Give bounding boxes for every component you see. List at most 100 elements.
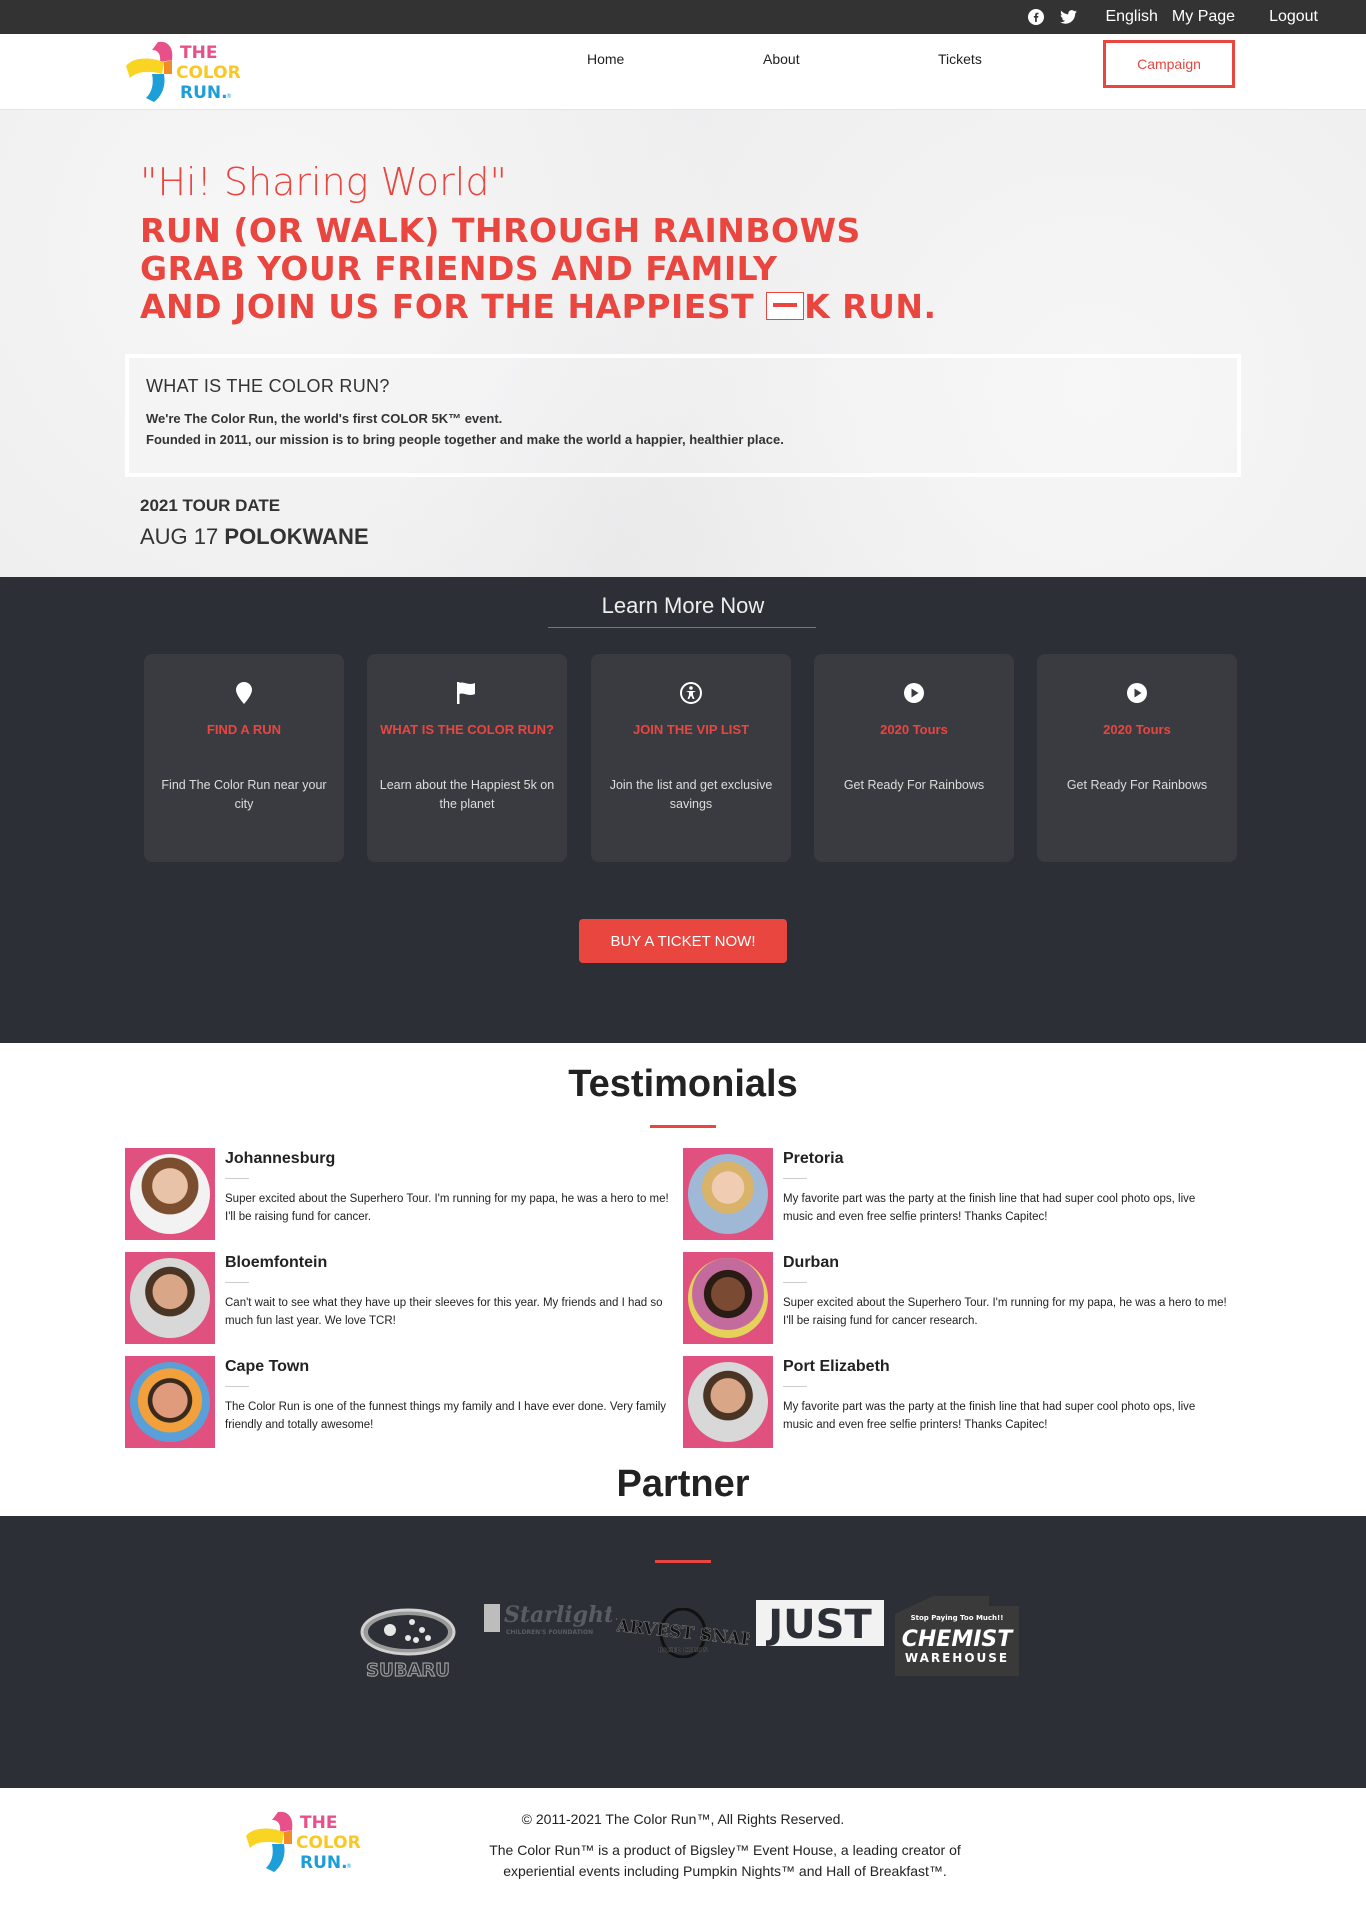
testimonial-quote: Super excited about the Superhero Tour. … [225, 1193, 669, 1223]
learn-more-underline [548, 627, 816, 628]
card-description: Find The Color Run near your city [161, 778, 327, 811]
testimonial-card: Durban Super excited about the Superhero… [683, 1252, 1227, 1344]
headline-line-1: RUN (OR WALK) THROUGH RAINBOWS [140, 211, 861, 250]
avatar [125, 1148, 215, 1240]
avatar [125, 1252, 215, 1344]
divider [783, 1178, 807, 1179]
just-wordmark: JUST [765, 1602, 872, 1646]
partner-logo-chemist-warehouse[interactable]: Stop Paying Too Much!! CHEMIST WAREHOUSE [893, 1594, 1021, 1676]
hero-section: "Hi! Sharing World" RUN (OR WALK) THROUG… [0, 110, 1366, 577]
card-vip-list[interactable]: JOIN THE VIP LIST Join the list and get … [591, 654, 791, 862]
avatar [683, 1252, 773, 1344]
what-is-box: WHAT IS THE COLOR RUN? We're The Color R… [125, 354, 1241, 477]
color-run-logo[interactable]: THE COLOR RUN. ® [124, 38, 241, 104]
testimonial-card: Port Elizabeth My favorite part was the … [683, 1356, 1223, 1448]
main-nav: THE COLOR RUN. ® Home About Tickets Camp… [0, 34, 1366, 110]
avatar [683, 1148, 773, 1240]
headline-line-3a: AND JOIN US FOR THE HAPPIEST [140, 287, 767, 326]
card-2020-tours-2[interactable]: 2020 Tours Get Ready For Rainbows [1037, 654, 1237, 862]
warehouse-word: WAREHOUSE [905, 1651, 1009, 1665]
testimonial-quote: The Color Run is one of the funnest thin… [225, 1401, 667, 1431]
divider [783, 1386, 807, 1387]
testimonial-city: Johannesburg [225, 1150, 336, 1167]
avatar [125, 1356, 215, 1448]
card-what-is[interactable]: WHAT IS THE COLOR RUN? Learn about the H… [367, 654, 567, 862]
top-bar: English My Page Logout [0, 0, 1366, 34]
hero-headline: RUN (OR WALK) THROUGH RAINBOWS GRAB YOUR… [140, 212, 937, 326]
play-icon [814, 682, 1014, 704]
testimonials-underline [650, 1125, 716, 1128]
card-description: Get Ready For Rainbows [1066, 778, 1208, 792]
tour-city: POLOKWANE [224, 524, 369, 549]
headline-line-3b: K RUN. [804, 287, 937, 326]
campaign-button[interactable]: Campaign [1103, 40, 1235, 88]
partner-underline [655, 1560, 711, 1563]
logo-registered-mark: ® [346, 1863, 352, 1870]
what-is-line-2: Founded in 2011, our mission is to bring… [146, 432, 784, 447]
headline-line-2: GRAB YOUR FRIENDS AND FAMILY [140, 249, 778, 288]
my-page-link[interactable]: My Page [1172, 8, 1235, 26]
harvest-snaps-subtitle: BAKED CRISPS [658, 1647, 707, 1654]
testimonial-quote: Can't wait to see what they have up thei… [225, 1297, 663, 1327]
card-find-a-run[interactable]: FIND A RUN Find The Color Run near your … [144, 654, 344, 862]
testimonial-card: Pretoria My favorite part was the party … [683, 1148, 1223, 1240]
hero-greeting: "Hi! Sharing World" [140, 160, 507, 204]
card-title: FIND A RUN [206, 722, 282, 737]
accessibility-icon [591, 682, 791, 704]
subaru-wordmark: SUBARU [366, 1660, 450, 1681]
card-title: WHAT IS THE COLOR RUN? [380, 722, 554, 737]
testimonial-quote: My favorite part was the party at the fi… [783, 1401, 1196, 1431]
chemist-tagline: Stop Paying Too Much!! [911, 1614, 1004, 1622]
card-2020-tours[interactable]: 2020 Tours Get Ready For Rainbows [814, 654, 1014, 862]
divider [225, 1282, 249, 1283]
twitter-icon[interactable] [1059, 8, 1077, 26]
tour-date-day: AUG 17 [140, 524, 219, 549]
what-is-title: WHAT IS THE COLOR RUN? [146, 376, 390, 396]
divider [225, 1386, 249, 1387]
play-icon [1037, 682, 1237, 704]
partner-logo-harvest-snaps[interactable]: HARVEST SNAPS BAKED CRISPS [616, 1608, 750, 1658]
what-is-line-1: We're The Color Run, the world's first C… [146, 411, 503, 426]
footer-copyright: © 2011-2021 The Color Run™, All Rights R… [521, 1811, 845, 1827]
flag-icon [367, 682, 567, 704]
logo-word-the: THE [180, 43, 217, 63]
partner-logo-just[interactable]: JUST [756, 1600, 884, 1646]
logo-word-color: COLOR [176, 63, 240, 83]
logout-link[interactable]: Logout [1269, 8, 1318, 26]
testimonial-city: Durban [783, 1254, 839, 1271]
testimonial-city: Bloemfontein [225, 1254, 328, 1271]
testimonial-quote: My favorite part was the party at the fi… [783, 1193, 1196, 1223]
card-title: 2020 Tours [880, 722, 948, 737]
partner-logo-subaru[interactable]: SUBARU [350, 1606, 470, 1684]
nav-about[interactable]: About [763, 51, 800, 67]
testimonial-card: Bloemfontein Can't wait to see what they… [125, 1252, 665, 1344]
headline-line-3: AND JOIN US FOR THE HAPPIEST K RUN. [140, 288, 937, 326]
partner-logo-starlight[interactable]: Starlight CHILDREN'S FOUNDATION [482, 1600, 612, 1640]
tour-label: 2021 TOUR DATE [140, 496, 281, 515]
nav-tickets[interactable]: Tickets [938, 51, 982, 67]
card-description: Get Ready For Rainbows [843, 778, 985, 792]
testimonial-card: Cape Town The Color Run is one of the fu… [125, 1356, 666, 1448]
testimonial-quote: Super excited about the Superhero Tour. … [783, 1297, 1227, 1327]
partner-section: SUBARU Starlight CHILDREN'S FOUNDATION H… [0, 1516, 1366, 1788]
chemist-word: CHEMIST [902, 1627, 1015, 1652]
footer: THE COLOR RUN. ® © 2011-2021 The Color R… [0, 1788, 1366, 1921]
learn-more-section: Learn More Now FIND A RUN Find The Color… [0, 577, 1366, 1043]
nav-home[interactable]: Home [587, 51, 624, 67]
card-title: 2020 Tours [1103, 722, 1171, 737]
testimonial-city: Cape Town [225, 1358, 310, 1375]
testimonial-city: Pretoria [783, 1150, 844, 1167]
language-selector[interactable]: English [1105, 8, 1157, 26]
footer-description: The Color Run™ is a product of Bigsley™ … [489, 1842, 961, 1879]
divider [783, 1282, 807, 1283]
buy-ticket-button[interactable]: BUY A TICKET NOW! [579, 919, 787, 963]
avatar [683, 1356, 773, 1448]
facebook-icon[interactable] [1027, 8, 1045, 26]
testimonials-title: Testimonials [568, 1063, 798, 1105]
five-k-image [766, 292, 805, 320]
divider [225, 1178, 249, 1179]
partner-title: Partner [616, 1463, 750, 1505]
logo-word-color: COLOR [296, 1833, 360, 1853]
card-description: Join the list and get exclusive savings [609, 778, 773, 811]
tour-date: AUG 17 POLOKWANE [140, 524, 369, 550]
